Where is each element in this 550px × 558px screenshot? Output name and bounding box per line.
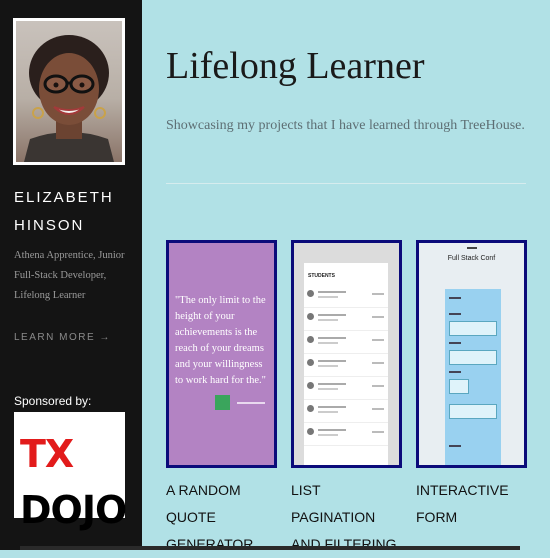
quote-source-line xyxy=(237,402,265,404)
project-card-interactive-form[interactable]: Full Stack Conf xyxy=(416,240,527,468)
project-card-quote-generator[interactable]: "The only limit to the height of your ac… xyxy=(166,240,277,468)
list-page-panel: STUDENTS xyxy=(304,263,388,465)
author-bio: Athena Apprentice, Junior Full-Stack Dev… xyxy=(14,250,125,301)
list-item xyxy=(304,377,388,400)
show-quote-button xyxy=(215,395,230,410)
list-item xyxy=(304,331,388,354)
project-card-list-pagination[interactable]: STUDENTS xyxy=(291,240,402,468)
profile-photo xyxy=(16,21,122,162)
sponsor-logo-dojo: DOJO xyxy=(20,488,127,532)
avatar xyxy=(13,18,125,165)
list-item xyxy=(304,354,388,377)
project-thumbnail: Full Stack Conf xyxy=(419,243,524,465)
quote-text: "The only limit to the height of your ac… xyxy=(175,295,266,386)
form-heading: Full Stack Conf xyxy=(447,255,496,262)
author-name: Elizabeth Hinson xyxy=(14,189,114,234)
list-heading: STUDENTS xyxy=(308,273,335,279)
form-logo-line xyxy=(467,247,477,249)
project-label-interactive-form[interactable]: Interactive Form xyxy=(416,477,546,531)
list-item xyxy=(304,285,388,308)
form-panel xyxy=(445,289,501,465)
learn-more-link[interactable]: LEARN MORE → xyxy=(14,332,111,343)
main-content: Lifelong Learner Showcasing my projects … xyxy=(142,0,550,552)
sponsored-label: Sponsored by: xyxy=(14,394,92,408)
page-title: Lifelong Learner xyxy=(166,45,425,87)
list-item xyxy=(304,308,388,331)
divider xyxy=(166,183,526,184)
sidebar: Elizabeth Hinson Athena Apprentice, Juni… xyxy=(0,0,142,550)
bottom-scroll-bar xyxy=(20,546,520,550)
sponsor-logo-tx: TX xyxy=(20,432,74,476)
page-subtitle: Showcasing my projects that I have learn… xyxy=(166,118,525,133)
project-thumbnail: STUDENTS xyxy=(294,243,399,465)
project-thumbnail: "The only limit to the height of your ac… xyxy=(169,243,274,465)
sponsor-logo-link[interactable]: TX DOJO xyxy=(14,412,127,532)
sponsor-logo: TX DOJO xyxy=(20,426,127,538)
list-item xyxy=(304,423,388,446)
list-item xyxy=(304,400,388,423)
